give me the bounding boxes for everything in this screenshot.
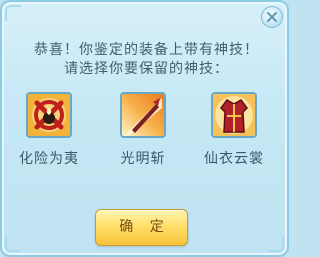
corner-ornament — [268, 236, 284, 252]
message-line-2: 请选择你要保留的神技： — [64, 61, 229, 77]
close-icon — [267, 12, 277, 22]
skill-name: 光明斩 — [120, 151, 166, 167]
skill-name: 化险为夷 — [19, 151, 79, 167]
glowing-blade-icon — [122, 94, 164, 136]
confirm-button[interactable]: 确 定 — [95, 209, 188, 246]
skill-option-xianyiyunshang[interactable]: 仙衣云裳 — [194, 92, 274, 168]
skill-option-guangmingzhan[interactable]: 光明斩 — [103, 92, 183, 168]
skill-icon-frame[interactable] — [26, 92, 72, 138]
skill-name: 仙衣云裳 — [204, 151, 264, 167]
skill-option-huaxianweiyi[interactable]: 化险为夷 — [9, 92, 89, 168]
skill-icon-frame[interactable] — [120, 92, 166, 138]
red-robe-icon — [213, 94, 255, 136]
corner-ornament — [5, 236, 21, 252]
close-button[interactable] — [261, 6, 283, 28]
skill-icon-frame[interactable] — [211, 92, 257, 138]
corner-ornament — [5, 5, 21, 21]
message-line-1: 恭喜！你鉴定的装备上带有神技！ — [34, 42, 259, 58]
skill-select-dialog: 恭喜！你鉴定的装备上带有神技！ 请选择你要保留的神技： 化险为夷 光明斩 仙衣云… — [0, 0, 289, 257]
crossed-circle-icon — [28, 94, 70, 136]
